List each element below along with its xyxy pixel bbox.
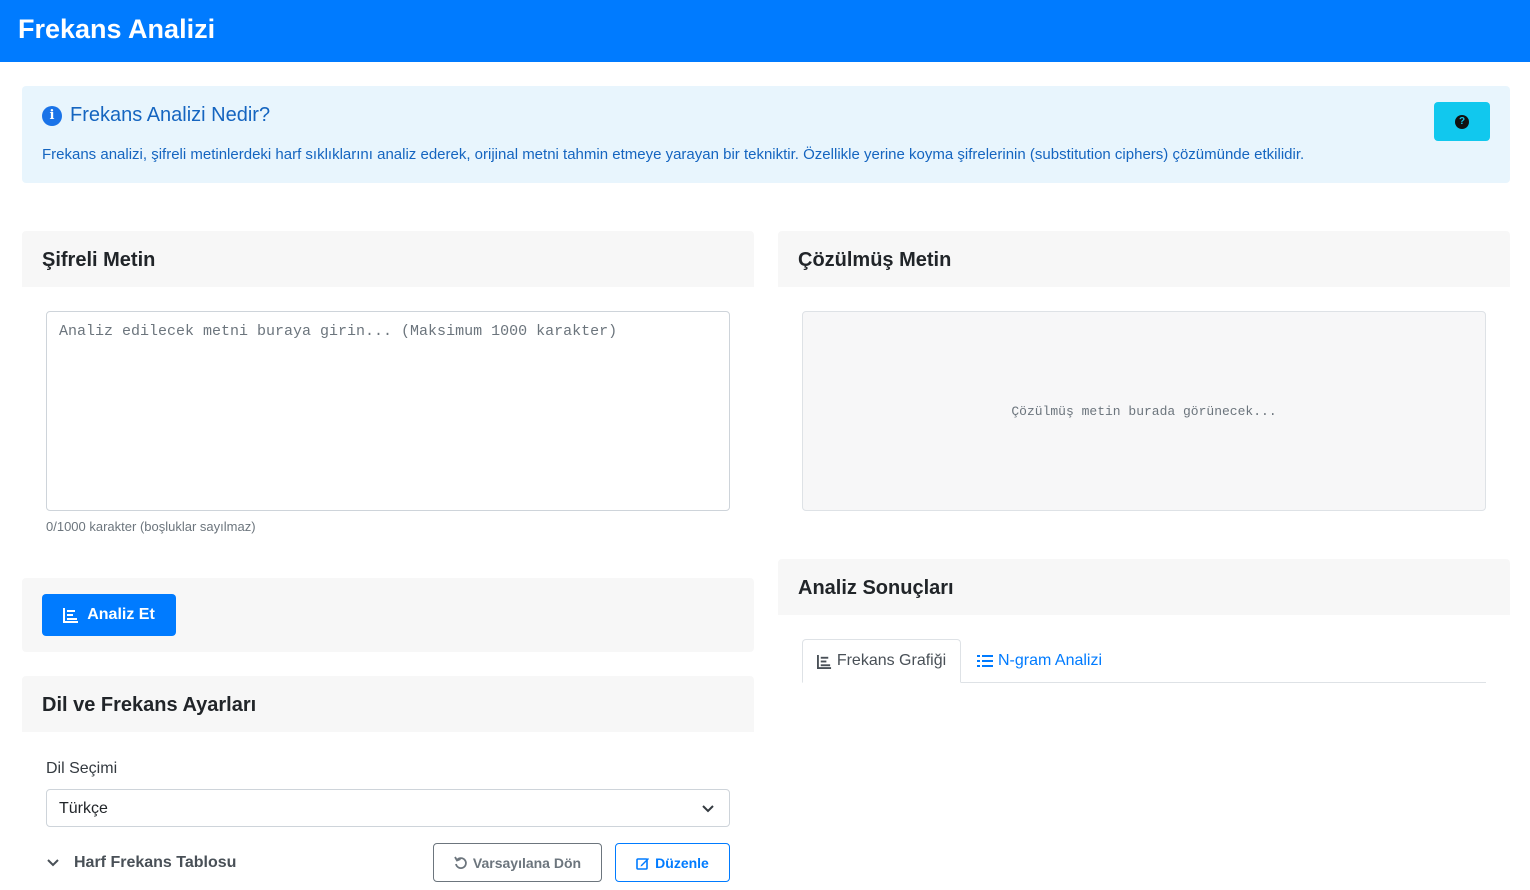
solved-text-output: Çözülmüş metin burada görünecek... <box>802 311 1486 511</box>
solved-header: Çözülmüş Metin <box>798 249 952 271</box>
analyze-button-label: Analiz Et <box>87 606 155 623</box>
results-card-header: Analiz Sonuçları <box>778 559 1510 615</box>
info-title: Frekans Analizi Nedir? <box>70 104 271 126</box>
info-title-row: i Frekans Analizi Nedir? <box>42 104 270 127</box>
solved-placeholder: Çözülmüş metin burada görünecek... <box>1011 403 1277 419</box>
settings-card-header: Dil ve Frekans Ayarları <box>22 676 754 732</box>
tab-ngram-analysis-label: N-gram Analizi <box>998 652 1103 669</box>
tab-ngram-analysis[interactable]: N-gram Analizi <box>977 639 1102 683</box>
chevron-down-icon <box>702 805 714 813</box>
edit-label: Düzenle <box>655 854 709 871</box>
results-tabs: Frekans Grafiği N-gram Analizi <box>802 639 1486 683</box>
action-card: Analiz Et <box>22 578 754 652</box>
chevron-down-icon <box>47 859 59 867</box>
reset-default-label: Varsayılana Dön <box>472 854 582 871</box>
language-select-value: Türkçe <box>59 800 108 817</box>
tab-frequency-chart-label: Frekans Grafiği <box>836 652 947 669</box>
cipher-card-header: Şifreli Metin <box>22 231 754 287</box>
list-icon <box>977 655 993 667</box>
cipher-text-input[interactable] <box>46 311 730 511</box>
info-circle-icon: i <box>42 105 62 126</box>
help-button[interactable]: ? <box>1434 102 1490 141</box>
bar-chart-icon <box>63 608 79 623</box>
analyze-button[interactable]: Analiz Et <box>42 594 176 636</box>
info-description: Frekans analizi, şifreli metinlerdeki ha… <box>42 146 1305 163</box>
reset-default-button[interactable]: Varsayılana Dön <box>433 843 602 882</box>
language-label: Dil Seçimi <box>46 760 118 777</box>
bar-chart-icon <box>816 654 831 669</box>
tab-frequency-chart[interactable]: Frekans Grafiği <box>802 639 961 683</box>
edit-icon <box>636 857 650 870</box>
results-header: Analiz Sonuçları <box>798 577 954 599</box>
char-count: 0/1000 karakter (boşluklar sayılmaz) <box>46 519 256 534</box>
undo-icon <box>454 856 467 869</box>
navbar-title[interactable]: Frekans Analizi <box>18 14 215 45</box>
edit-button[interactable]: Düzenle <box>615 843 730 882</box>
navbar: Frekans Analizi <box>0 0 1530 62</box>
freq-table-label: Harf Frekans Tablosu <box>74 854 237 871</box>
question-circle-icon: ? <box>1455 114 1469 129</box>
settings-header: Dil ve Frekans Ayarları <box>42 694 257 716</box>
language-select[interactable]: Türkçe <box>46 789 730 827</box>
info-alert: i Frekans Analizi Nedir? Frekans analizi… <box>22 86 1510 183</box>
cipher-header: Şifreli Metin <box>42 249 156 271</box>
solved-card-header: Çözülmüş Metin <box>778 231 1510 287</box>
freq-table-toggle[interactable]: Harf Frekans Tablosu <box>46 854 236 872</box>
